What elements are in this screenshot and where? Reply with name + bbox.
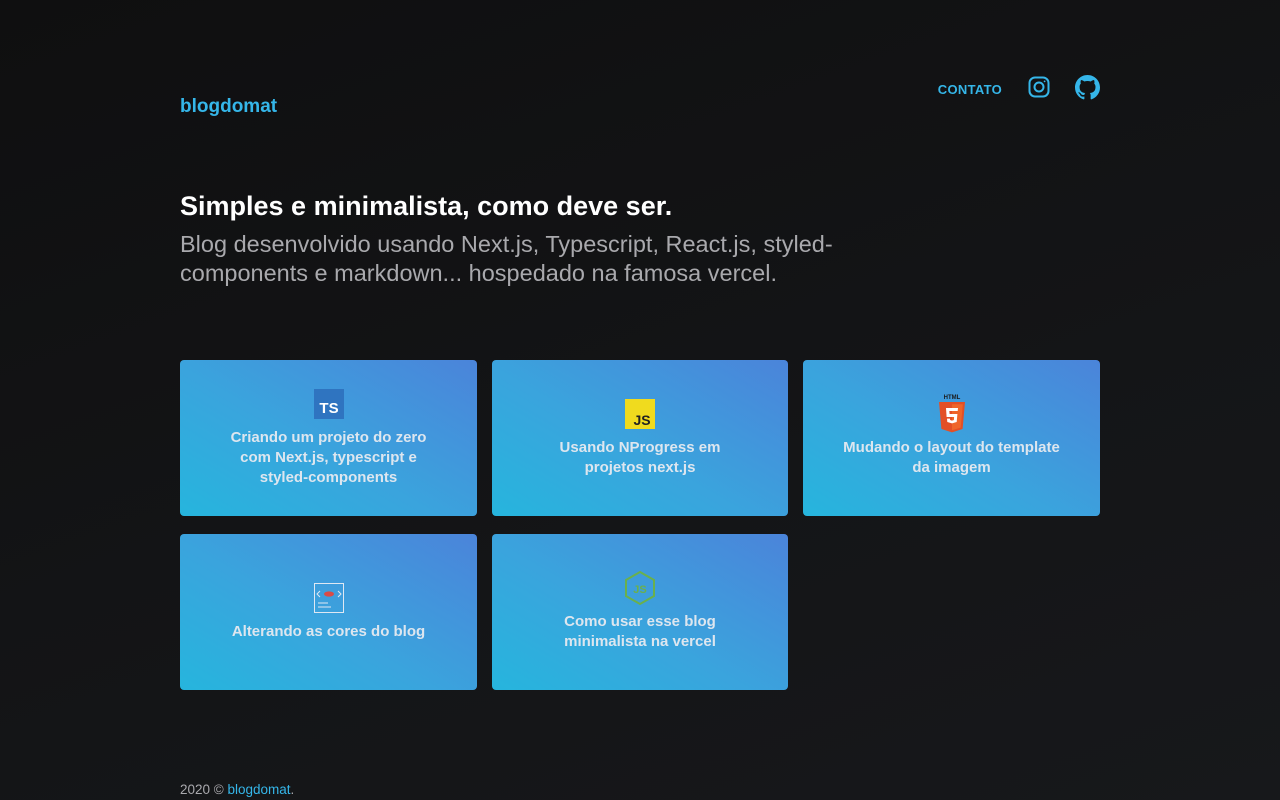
footer-copyright: 2020 © bbox=[180, 782, 224, 797]
post-title: Criando um projeto do zero com Next.js, … bbox=[230, 429, 427, 486]
instagram-icon[interactable] bbox=[1026, 74, 1052, 100]
post-card[interactable]: Alterando as cores do blog bbox=[180, 534, 477, 690]
svg-text:TS: TS bbox=[319, 400, 338, 417]
github-icon[interactable] bbox=[1074, 74, 1100, 100]
javascript-icon: JS bbox=[624, 398, 656, 430]
footer-link[interactable]: blogdomat bbox=[228, 782, 291, 797]
svg-text:JS: JS bbox=[633, 412, 650, 428]
html5-icon: HTML bbox=[936, 395, 968, 433]
post-title: Como usar esse blog minimalista na verce… bbox=[564, 613, 716, 650]
site-logo[interactable]: blogdomat bbox=[180, 96, 277, 118]
footer-suffix: . bbox=[290, 782, 295, 797]
post-title: Alterando as cores do blog bbox=[231, 623, 426, 640]
hero-description: Blog desenvolvido usando Next.js, Typesc… bbox=[180, 231, 833, 286]
contact-link[interactable]: CONTATO bbox=[938, 82, 1002, 97]
hero: Simples e minimalista, como deve ser. Bl… bbox=[180, 188, 900, 288]
hero-title: Simples e minimalista, como deve ser. bbox=[180, 191, 673, 221]
nodejs-icon: JS bbox=[624, 571, 656, 605]
post-title: Mudando o layout do template da imagem bbox=[843, 439, 1060, 476]
typescript-icon: TS bbox=[313, 388, 345, 420]
top-nav: CONTATO bbox=[938, 74, 1100, 100]
post-title: Usando NProgress em projetos next.js bbox=[559, 439, 721, 476]
svg-text:JS: JS bbox=[633, 584, 646, 596]
posts-grid: TS Criando um projeto do zero com Next.j… bbox=[180, 360, 1100, 690]
post-card[interactable]: JS Como usar esse blog minimalista na ve… bbox=[492, 534, 788, 690]
styled-components-icon bbox=[313, 582, 345, 614]
post-card[interactable]: TS Criando um projeto do zero com Next.j… bbox=[180, 360, 477, 516]
post-card[interactable]: JS Usando NProgress em projetos next.js bbox=[492, 360, 788, 516]
site-header: blogdomat CONTATO bbox=[180, 72, 1100, 122]
svg-text:HTML: HTML bbox=[943, 395, 960, 401]
post-card[interactable]: HTML Mudando o layout do template da ima… bbox=[803, 360, 1100, 516]
footer: 2020 © blogdomat. bbox=[180, 782, 294, 797]
